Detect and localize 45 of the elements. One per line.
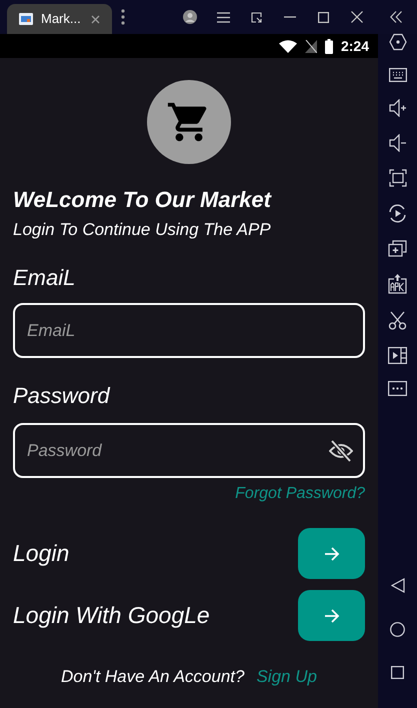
avatar-icon[interactable] — [183, 10, 197, 24]
fullscreen-icon[interactable] — [388, 169, 406, 187]
media-icon[interactable] — [388, 347, 407, 364]
keyboard-icon[interactable] — [388, 68, 406, 82]
more-icon[interactable] — [121, 9, 125, 25]
arrow-button[interactable] — [298, 590, 365, 641]
welcome-subtitle: Login To Continue Using The APP — [13, 219, 272, 241]
field-label: EmaiL — [13, 264, 76, 292]
collapse-icon[interactable] — [390, 11, 402, 23]
arrow-right-icon — [324, 546, 340, 562]
tab-title: Mark... — [41, 10, 81, 28]
app-icon — [19, 13, 33, 25]
maximize-icon[interactable] — [318, 12, 329, 22]
minimize-icon[interactable] — [284, 16, 296, 18]
password-field[interactable]: Password — [13, 423, 365, 478]
resize-icon[interactable] — [251, 12, 262, 22]
action-label: Login — [13, 539, 70, 568]
email-field[interactable]: EmaiL — [13, 303, 365, 358]
volume-down-icon[interactable] — [388, 134, 406, 152]
app-tab[interactable]: Mark... — [7, 4, 112, 34]
rotate-play-icon[interactable] — [388, 204, 407, 223]
arrow-button[interactable] — [298, 528, 365, 579]
visibility-off-icon[interactable] — [329, 440, 353, 462]
apk-install-icon[interactable] — [388, 274, 407, 294]
battery-icon — [324, 38, 333, 54]
menu-icon[interactable] — [217, 12, 230, 22]
status-time: 2:24 — [340, 36, 369, 56]
home-icon[interactable] — [390, 622, 405, 637]
no-signal-icon — [304, 40, 317, 52]
sign-up-link[interactable]: Sign Up — [256, 666, 317, 688]
scissors-icon[interactable] — [388, 311, 407, 330]
add-window-icon[interactable] — [388, 240, 407, 257]
no-account-text: Don't Have An Account? — [61, 666, 244, 688]
back-icon[interactable] — [390, 578, 404, 593]
more-icon[interactable] — [388, 381, 407, 396]
action-label: Login With GoogLe — [13, 601, 210, 630]
field-label: Password — [13, 382, 112, 410]
recents-icon[interactable] — [391, 666, 404, 679]
welcome-title: WeLcome To Our Market — [13, 186, 273, 214]
close-icon[interactable] — [351, 11, 363, 23]
wifi-icon — [278, 40, 297, 52]
hexagon-icon[interactable] — [388, 33, 406, 51]
forgot-password-link[interactable]: Forgot Password? — [235, 484, 365, 504]
volume-up-icon[interactable] — [388, 99, 406, 117]
arrow-right-icon — [324, 608, 340, 624]
